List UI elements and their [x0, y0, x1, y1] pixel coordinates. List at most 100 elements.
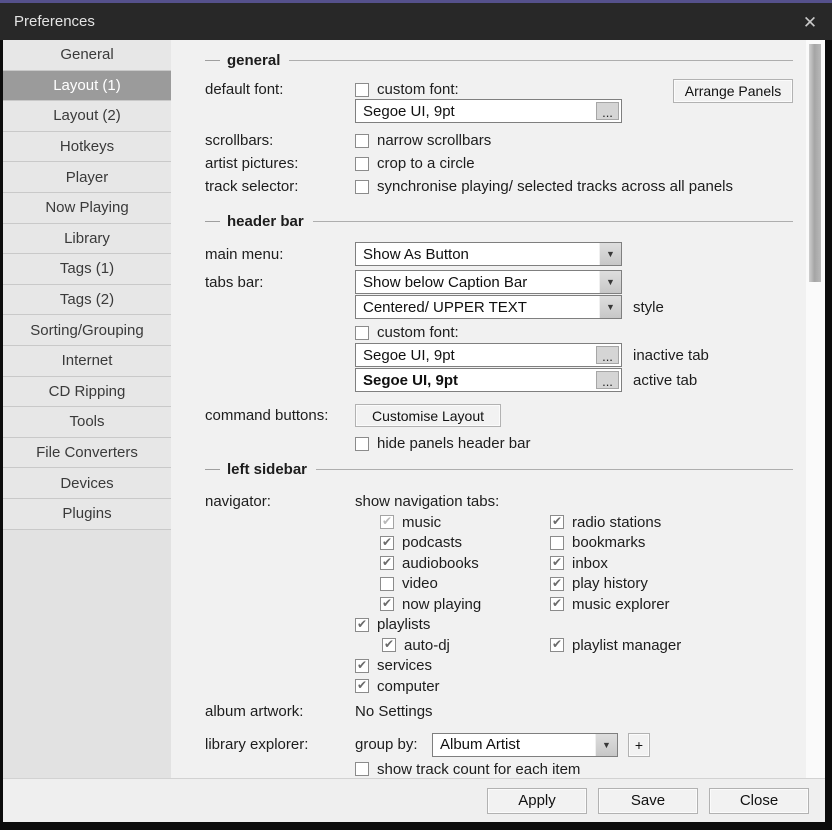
album-artwork-label: album artwork: — [205, 703, 355, 720]
library-explorer-label: library explorer: — [205, 736, 355, 753]
nav-tab-radio-stations-checkbox[interactable]: radio stations — [550, 514, 661, 531]
close-button[interactable]: Close — [709, 788, 809, 814]
artist-pictures-row: artist pictures: crop to a circle — [205, 155, 793, 172]
narrow-scrollbars-checkbox[interactable]: narrow scrollbars — [355, 132, 491, 149]
section-dash — [205, 469, 220, 470]
main-menu-select[interactable]: Show As Button ▼ — [355, 242, 622, 266]
chevron-down-icon[interactable]: ▼ — [599, 296, 621, 318]
nav-tab-audiobooks-checkbox[interactable]: audiobooks — [380, 555, 479, 572]
checkbox-box — [550, 597, 564, 611]
main-row: General Layout (1) Layout (2) Hotkeys Pl… — [3, 40, 825, 778]
section-header-bar: header bar — [205, 213, 793, 230]
track-selector-label: track selector: — [205, 178, 355, 195]
default-font-input[interactable]: Segoe UI, 9pt ... — [355, 99, 622, 123]
chevron-down-icon[interactable]: ▼ — [599, 271, 621, 293]
group-by-select[interactable]: Album Artist ▼ — [432, 733, 618, 757]
main-menu-row: main menu: Show As Button ▼ — [205, 242, 793, 266]
sidebar-item-tags-2[interactable]: Tags (2) — [3, 285, 171, 316]
vertical-scrollbar[interactable] — [806, 40, 825, 778]
group-by-label: group by: — [355, 736, 432, 753]
checkbox-box — [355, 659, 369, 673]
inactive-tab-font-row: Segoe UI, 9pt ... inactive tab — [205, 343, 793, 367]
sidebar-item-file-converters[interactable]: File Converters — [3, 438, 171, 469]
arrange-panels-button[interactable]: Arrange Panels — [673, 79, 793, 103]
preferences-window: Preferences ✕ General Layout (1) Layout … — [0, 0, 832, 830]
track-count-checkbox[interactable]: show track count for each item — [355, 761, 580, 778]
sidebar-item-plugins[interactable]: Plugins — [3, 499, 171, 530]
close-icon[interactable]: ✕ — [798, 11, 822, 35]
tabs-custom-font-row: custom font: — [205, 324, 793, 341]
sidebar-item-general[interactable]: General — [3, 40, 171, 71]
nav-tab-playlists-checkbox[interactable]: playlists — [355, 616, 430, 633]
checkbox-box — [380, 597, 394, 611]
add-group-button[interactable]: + — [628, 733, 650, 757]
checkbox-box — [382, 638, 396, 652]
library-explorer-row: library explorer: group by: Album Artist… — [205, 733, 793, 757]
checkbox-box — [355, 83, 369, 97]
nav-tab-now-playing-checkbox[interactable]: now playing — [380, 596, 481, 613]
chevron-down-icon[interactable]: ▼ — [599, 243, 621, 265]
save-button[interactable]: Save — [598, 788, 698, 814]
nav-tab-music-explorer-checkbox[interactable]: music explorer — [550, 596, 670, 613]
navigation-tabs-grid: music radio stations podcasts bookmarks … — [355, 512, 793, 697]
hide-panels-checkbox[interactable]: hide panels header bar — [355, 435, 530, 452]
hide-panels-row: hide panels header bar — [205, 435, 793, 452]
tabs-style-select[interactable]: Centered/ UPPER TEXT ▼ — [355, 295, 622, 319]
section-rule — [316, 469, 793, 470]
font-browse-button[interactable]: ... — [596, 371, 619, 389]
nav-tab-services-checkbox[interactable]: services — [355, 657, 432, 674]
nav-tab-auto-dj-checkbox[interactable]: auto-dj — [382, 637, 450, 654]
inactive-tab-font-input[interactable]: Segoe UI, 9pt ... — [355, 343, 622, 367]
navigator-label: navigator: — [205, 493, 355, 510]
nav-tab-video-checkbox[interactable]: video — [380, 575, 438, 592]
sidebar-item-sorting-grouping[interactable]: Sorting/Grouping — [3, 315, 171, 346]
checkbox-box — [380, 515, 394, 529]
sync-tracks-checkbox[interactable]: synchronise playing/ selected tracks acr… — [355, 178, 733, 195]
tabs-bar-label: tabs bar: — [205, 274, 355, 291]
nav-tab-bookmarks-checkbox[interactable]: bookmarks — [550, 534, 645, 551]
album-artwork-row: album artwork: No Settings — [205, 703, 793, 720]
customise-layout-button[interactable]: Customise Layout — [355, 404, 501, 427]
sidebar-item-layout-2[interactable]: Layout (2) — [3, 101, 171, 132]
sidebar-item-cd-ripping[interactable]: CD Ripping — [3, 377, 171, 408]
sidebar-item-tools[interactable]: Tools — [3, 407, 171, 438]
sidebar-item-tags-1[interactable]: Tags (1) — [3, 254, 171, 285]
checkbox-box — [550, 515, 564, 529]
sidebar-item-devices[interactable]: Devices — [3, 468, 171, 499]
nav-tab-inbox-checkbox[interactable]: inbox — [550, 555, 608, 572]
checkbox-box — [380, 536, 394, 550]
sidebar-item-library[interactable]: Library — [3, 224, 171, 255]
nav-tab-computer-checkbox[interactable]: computer — [355, 678, 440, 695]
default-font-label: default font: — [205, 81, 355, 98]
active-tab-font-input[interactable]: Segoe UI, 9pt ... — [355, 368, 622, 392]
style-label: style — [633, 299, 664, 316]
font-browse-button[interactable]: ... — [596, 102, 619, 120]
nav-tab-play-history-checkbox[interactable]: play history — [550, 575, 648, 592]
nav-tab-music-checkbox[interactable]: music — [380, 514, 441, 531]
tabs-custom-font-checkbox[interactable]: custom font: — [355, 324, 459, 341]
chevron-down-icon[interactable]: ▼ — [595, 734, 617, 756]
tabs-position-select[interactable]: Show below Caption Bar ▼ — [355, 270, 622, 294]
show-navigation-tabs-label: show navigation tabs: — [355, 493, 499, 510]
checkbox-box — [355, 134, 369, 148]
sidebar-item-layout-1[interactable]: Layout (1) — [3, 71, 171, 102]
command-buttons-row: command buttons: Customise Layout — [205, 404, 793, 427]
crop-circle-checkbox[interactable]: crop to a circle — [355, 155, 475, 172]
section-general-title: general — [227, 52, 280, 69]
dialog-body: General Layout (1) Layout (2) Hotkeys Pl… — [3, 40, 825, 822]
sidebar-item-hotkeys[interactable]: Hotkeys — [3, 132, 171, 163]
sidebar-item-now-playing[interactable]: Now Playing — [3, 193, 171, 224]
custom-font-checkbox[interactable]: custom font: — [355, 81, 459, 98]
album-artwork-value: No Settings — [355, 703, 433, 720]
sidebar-item-internet[interactable]: Internet — [3, 346, 171, 377]
nav-tab-podcasts-checkbox[interactable]: podcasts — [380, 534, 462, 551]
active-tab-font-row: Segoe UI, 9pt ... active tab — [205, 368, 793, 392]
nav-tab-playlist-manager-checkbox[interactable]: playlist manager — [550, 637, 681, 654]
checkbox-box — [380, 577, 394, 591]
inactive-tab-label: inactive tab — [633, 347, 709, 364]
font-browse-button[interactable]: ... — [596, 346, 619, 364]
apply-button[interactable]: Apply — [487, 788, 587, 814]
scrollbar-thumb[interactable] — [809, 44, 821, 282]
command-buttons-label: command buttons: — [205, 407, 355, 424]
sidebar-item-player[interactable]: Player — [3, 162, 171, 193]
